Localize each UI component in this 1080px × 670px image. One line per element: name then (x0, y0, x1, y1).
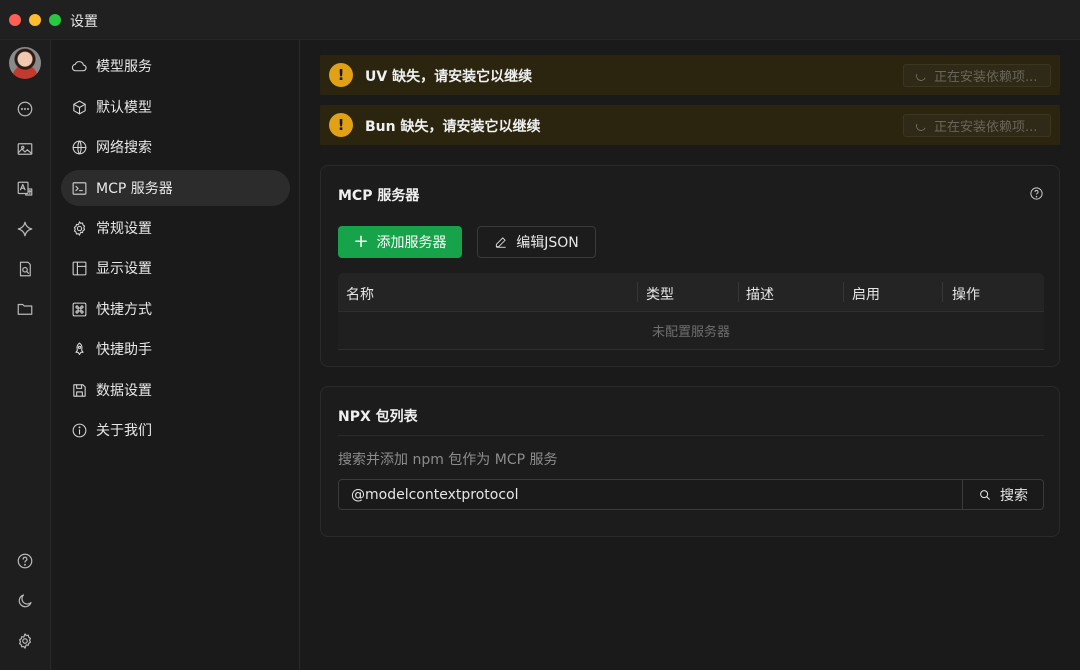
edit-json-button[interactable]: 编辑JSON (477, 226, 596, 258)
sidebar-item-data-settings[interactable]: 数据设置 (61, 372, 290, 408)
translate-icon[interactable] (13, 177, 37, 201)
settings-sidebar: 模型服务 默认模型 网络搜索 MCP 服务器 常规设置 显示设置 快捷方式 快捷… (52, 40, 300, 670)
cube-icon (73, 100, 86, 114)
sidebar-item-mcp-server[interactable]: MCP 服务器 (61, 170, 290, 206)
sidebar-item-label: 模型服务 (96, 59, 152, 75)
column-header-enabled[interactable]: 启用 (852, 284, 880, 304)
loading-spinner-icon (914, 69, 928, 82)
sidebar-item-label: 默认模型 (96, 100, 152, 116)
help-icon[interactable] (13, 549, 37, 573)
info-icon (72, 423, 87, 437)
moon-icon[interactable] (13, 589, 37, 613)
sidebar-item-label: 快捷助手 (96, 342, 152, 358)
icon-bar (0, 40, 51, 670)
image-icon[interactable] (13, 137, 37, 161)
globe-icon (72, 140, 87, 154)
bun-missing-alert: ! Bun 缺失，请安装它以继续 正在安装依赖项... (320, 105, 1060, 145)
warning-icon: ! (329, 113, 353, 137)
sidebar-item-about-us[interactable]: 关于我们 (61, 412, 290, 448)
column-header-description[interactable]: 描述 (746, 284, 774, 304)
sidebar-item-general-settings[interactable]: 常规设置 (61, 210, 290, 246)
sidebar-item-web-search[interactable]: 网络搜索 (61, 129, 290, 165)
layout-icon (72, 261, 87, 275)
button-label: 正在安装依赖项... (934, 120, 1038, 135)
search-icon (980, 489, 991, 500)
maximize-window-button[interactable] (49, 14, 61, 26)
column-header-name[interactable]: 名称 (346, 284, 374, 304)
sidebar-item-shortcuts[interactable]: 快捷方式 (61, 291, 290, 327)
empty-table-message: 未配置服务器 (338, 312, 1044, 350)
alert-message: Bun 缺失，请安装它以继续 (365, 119, 541, 135)
main-content: ! UV 缺失，请安装它以继续 正在安装依赖项... ! Bun 缺失，请安装它… (301, 40, 1080, 670)
sidebar-item-label: MCP 服务器 (96, 181, 173, 197)
alert-message: UV 缺失，请安装它以继续 (365, 69, 533, 85)
chat-icon[interactable] (13, 97, 37, 121)
save-icon (73, 383, 86, 397)
search-button[interactable]: 搜索 (962, 480, 1043, 509)
document-search-icon[interactable] (13, 257, 37, 281)
npx-package-card: NPX 包列表 搜索并添加 npm 包作为 MCP 服务 搜索 (320, 386, 1060, 537)
button-label: 添加服务器 (376, 235, 447, 251)
sidebar-item-default-model[interactable]: 默认模型 (61, 89, 290, 125)
card-title: NPX 包列表 (338, 409, 418, 425)
column-header-actions[interactable]: 操作 (952, 284, 980, 304)
divider (338, 435, 1044, 436)
sidebar-item-label: 数据设置 (96, 383, 152, 399)
sidebar-item-label: 关于我们 (96, 423, 152, 439)
avatar[interactable] (9, 47, 41, 79)
button-label: 搜索 (1000, 487, 1028, 504)
uv-missing-alert: ! UV 缺失，请安装它以继续 正在安装依赖项... (320, 55, 1060, 95)
settings-gear-icon[interactable] (13, 629, 37, 653)
card-description: 搜索并添加 npm 包作为 MCP 服务 (338, 452, 558, 468)
folder-icon[interactable] (13, 297, 37, 321)
button-label: 正在安装依赖项... (934, 70, 1038, 85)
npm-search-input[interactable] (339, 480, 963, 509)
minimize-window-button[interactable] (29, 14, 41, 26)
sidebar-item-label: 常规设置 (96, 221, 152, 237)
npm-search-box: 搜索 (338, 479, 1044, 510)
mcp-server-card: MCP 服务器 + 添加服务器 编辑JSON 名称 类型 描述 启用 操作 未配… (320, 165, 1060, 367)
table-header: 名称 类型 描述 启用 操作 (338, 273, 1044, 312)
close-window-button[interactable] (9, 14, 21, 26)
warning-icon: ! (329, 63, 353, 87)
server-table: 名称 类型 描述 启用 操作 未配置服务器 (338, 273, 1044, 350)
installing-dependencies-button[interactable]: 正在安装依赖项... (903, 114, 1051, 137)
card-title: MCP 服务器 (338, 188, 420, 204)
window-title: 设置 (70, 14, 98, 30)
sidebar-item-label: 快捷方式 (96, 302, 152, 318)
loading-spinner-icon (914, 119, 928, 132)
cloud-icon (71, 60, 87, 71)
column-header-type[interactable]: 类型 (646, 284, 674, 304)
help-icon[interactable] (1029, 186, 1044, 201)
pencil-icon (496, 237, 506, 248)
plus-icon: + (353, 231, 369, 252)
title-bar: 设置 (0, 0, 1080, 40)
command-icon (72, 302, 87, 316)
installing-dependencies-button[interactable]: 正在安装依赖项... (903, 64, 1051, 87)
sidebar-item-display-settings[interactable]: 显示设置 (61, 250, 290, 286)
sparkle-icon[interactable] (13, 217, 37, 241)
add-server-button[interactable]: + 添加服务器 (338, 226, 462, 258)
sidebar-item-model-service[interactable]: 模型服务 (61, 48, 290, 84)
terminal-icon (72, 181, 87, 195)
button-label: 编辑JSON (516, 235, 579, 251)
rocket-icon (75, 342, 84, 355)
sidebar-item-quick-assistant[interactable]: 快捷助手 (61, 331, 290, 367)
gear-icon (73, 220, 86, 236)
sidebar-item-label: 显示设置 (96, 261, 152, 277)
sidebar-item-label: 网络搜索 (96, 140, 152, 156)
